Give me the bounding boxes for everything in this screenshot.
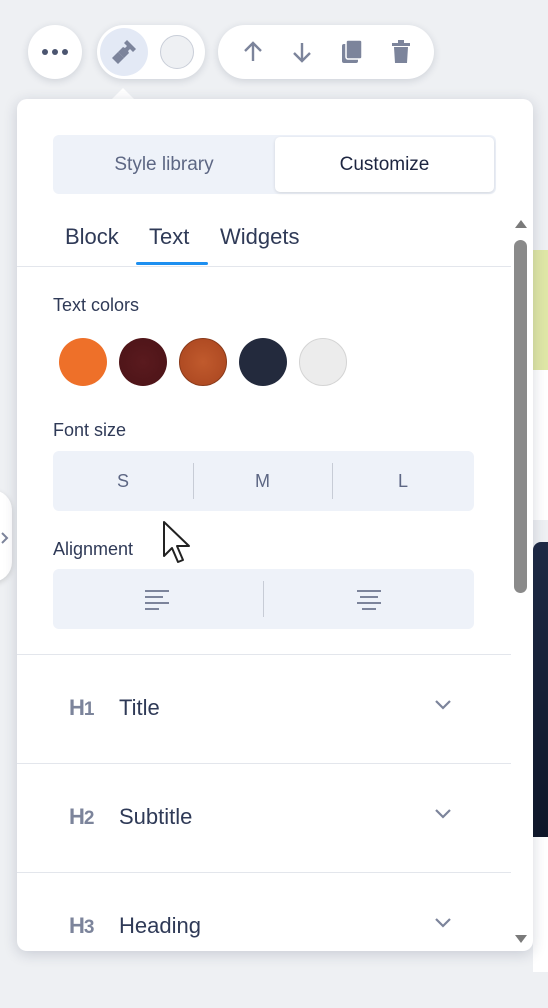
font-size-label: Font size bbox=[53, 420, 127, 440]
chevron-down-icon bbox=[435, 918, 451, 928]
background-color-button[interactable] bbox=[160, 35, 194, 69]
h1-icon: H1 bbox=[69, 695, 94, 720]
background-block-white-lower bbox=[533, 837, 548, 972]
delete-button[interactable] bbox=[391, 40, 411, 64]
text-colors-label: Text colors bbox=[53, 295, 140, 315]
heading-row-title[interactable]: H1 Title bbox=[17, 654, 511, 763]
align-center-button[interactable] bbox=[263, 569, 474, 629]
style-button[interactable] bbox=[100, 28, 148, 76]
background-block-yellow bbox=[533, 250, 548, 370]
trash-icon bbox=[391, 40, 410, 63]
style-library-button[interactable]: Style library bbox=[53, 135, 275, 194]
tab-block[interactable]: Block bbox=[65, 224, 119, 250]
alignment-label: Alignment bbox=[53, 539, 134, 559]
scrollbar-thumb[interactable] bbox=[514, 240, 527, 593]
chevron-down-icon bbox=[435, 700, 451, 710]
customize-button[interactable]: Customize bbox=[275, 137, 494, 192]
color-swatch-maroon[interactable] bbox=[119, 338, 167, 386]
heading-label: Heading bbox=[119, 913, 201, 938]
heading-row-subtitle[interactable]: H2 Subtitle bbox=[17, 763, 511, 872]
h2-icon: H2 bbox=[69, 804, 94, 829]
align-left-button[interactable] bbox=[53, 569, 263, 629]
color-swatch-navy[interactable] bbox=[239, 338, 287, 386]
scroll-down-arrow-icon[interactable] bbox=[515, 935, 527, 943]
style-mode-switch: Style library Customize bbox=[53, 135, 496, 194]
duplicate-icon bbox=[341, 39, 363, 63]
arrow-down-icon bbox=[292, 43, 311, 63]
tab-text[interactable]: Text bbox=[149, 224, 189, 250]
tab-widgets[interactable]: Widgets bbox=[220, 224, 299, 250]
h3-icon: H3 bbox=[69, 913, 94, 938]
scroll-up-arrow-icon[interactable] bbox=[515, 220, 527, 228]
style-panel: Style library Customize Block Text Widge… bbox=[17, 99, 533, 951]
style-toolbar bbox=[97, 25, 205, 79]
arrow-up-icon bbox=[243, 41, 262, 61]
panel-scrollbar[interactable] bbox=[511, 214, 533, 951]
heading-row-heading[interactable]: H3 Heading bbox=[17, 872, 511, 951]
font-size-medium-button[interactable]: M bbox=[193, 451, 332, 511]
chevron-down-icon bbox=[435, 809, 451, 819]
move-up-button[interactable] bbox=[242, 40, 264, 64]
block-actions-toolbar bbox=[218, 25, 434, 79]
chevron-right-icon bbox=[1, 532, 9, 544]
color-swatch-rust[interactable] bbox=[179, 338, 227, 386]
background-block-white bbox=[533, 370, 548, 520]
editor-stage: Style library Customize Block Text Widge… bbox=[0, 0, 548, 1008]
duplicate-button[interactable] bbox=[340, 39, 364, 65]
more-options-button[interactable] bbox=[28, 25, 82, 79]
color-swatch-light-gray[interactable] bbox=[299, 338, 347, 386]
font-size-large-button[interactable]: L bbox=[332, 451, 474, 511]
align-center-icon bbox=[356, 590, 381, 610]
customize-tabs: Block Text Widgets bbox=[17, 224, 511, 267]
mouse-cursor-icon bbox=[163, 521, 190, 563]
alignment-selector bbox=[53, 569, 474, 629]
font-size-small-button[interactable]: S bbox=[53, 451, 193, 511]
more-horizontal-icon bbox=[42, 49, 68, 55]
heading-label: Title bbox=[119, 695, 160, 720]
color-swatch-orange[interactable] bbox=[59, 338, 107, 386]
active-tab-indicator bbox=[136, 262, 208, 265]
paint-brush-icon bbox=[112, 40, 136, 64]
font-size-selector: S M L bbox=[53, 451, 474, 511]
heading-label: Subtitle bbox=[119, 804, 193, 829]
align-left-icon bbox=[145, 590, 169, 610]
background-image-block bbox=[533, 542, 548, 837]
move-down-button[interactable] bbox=[291, 40, 313, 64]
